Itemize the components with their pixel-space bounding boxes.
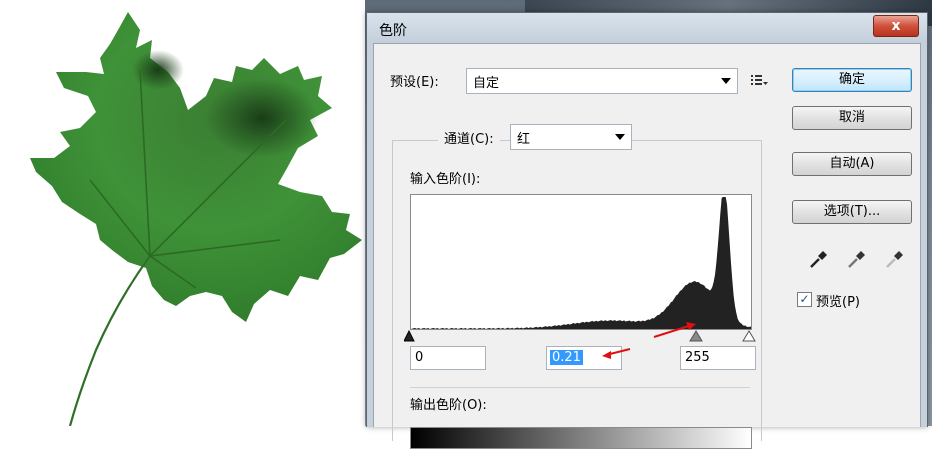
input-black-value: 0: [415, 350, 424, 365]
dialog-title: 色阶: [379, 23, 407, 39]
ok-button[interactable]: 确定: [792, 68, 912, 92]
auto-button[interactable]: 自动(A): [792, 152, 912, 176]
histogram: [410, 194, 752, 330]
channel-value: 红: [517, 132, 531, 147]
checkmark-icon: ✓: [799, 292, 810, 306]
preset-value: 自定: [473, 76, 500, 91]
black-point-slider[interactable]: [404, 330, 415, 342]
input-levels-label: 输入色阶(I):: [410, 172, 481, 187]
preset-label: 预设(E):: [390, 75, 439, 90]
channel-select[interactable]: 红: [510, 124, 632, 150]
screenshot-stage: 色阶 x 预设(E): 自定 通道(C): 红 输入色阶(I): 0 0.21 …: [0, 0, 932, 449]
close-button[interactable]: x: [873, 15, 919, 37]
levels-dialog: 色阶 x 预设(E): 自定 通道(C): 红 输入色阶(I): 0 0.21 …: [366, 12, 928, 449]
chevron-down-icon: [615, 134, 625, 140]
input-gamma-value: 0.21: [550, 350, 583, 365]
histogram-shape: [411, 197, 751, 329]
preview-checkbox[interactable]: ✓: [797, 292, 812, 307]
channel-label: 通道(C):: [438, 128, 500, 147]
white-point-slider[interactable]: [742, 330, 756, 342]
preset-select[interactable]: 自定: [466, 68, 738, 94]
close-icon: x: [891, 18, 901, 34]
white-eyedropper-icon[interactable]: [884, 248, 906, 270]
histogram-chart: [411, 197, 751, 329]
gray-eyedropper-icon[interactable]: [846, 248, 868, 270]
input-black-field[interactable]: 0: [410, 346, 486, 370]
input-white-field[interactable]: 255: [680, 346, 756, 370]
preview-label: 预览(P): [816, 295, 860, 310]
output-levels-label: 输出色阶(O):: [410, 398, 487, 413]
maple-leaf-image: [30, 12, 362, 426]
gamma-slider[interactable]: [689, 330, 703, 342]
dialog-titlebar[interactable]: 色阶 x: [367, 13, 927, 43]
input-white-value: 255: [685, 350, 710, 365]
chevron-down-icon: [721, 78, 731, 84]
input-gamma-field[interactable]: 0.21: [546, 346, 622, 370]
menu-list-icon[interactable]: [751, 74, 769, 88]
dialog-client: 预设(E): 自定 通道(C): 红 输入色阶(I): 0 0.21 255 输…: [373, 43, 921, 449]
black-eyedropper-icon[interactable]: [808, 248, 830, 270]
options-button[interactable]: 选项(T)...: [792, 200, 912, 224]
cancel-button[interactable]: 取消: [792, 106, 912, 130]
output-gradient-bar: [410, 427, 752, 449]
separator: [410, 387, 750, 388]
input-slider-track: [404, 330, 756, 342]
